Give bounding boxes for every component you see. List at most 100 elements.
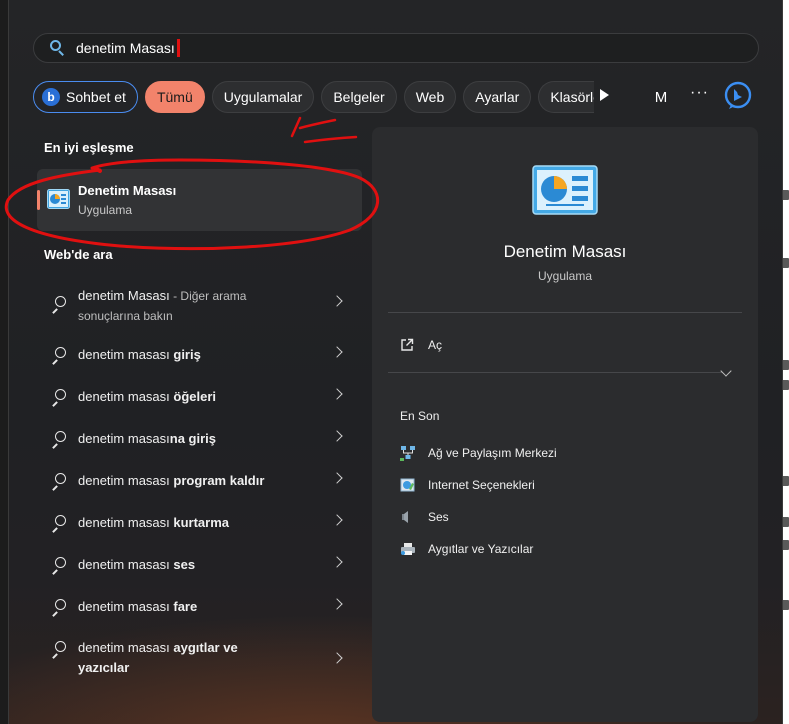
recent-label: Ses: [428, 510, 449, 524]
web-result-text: denetim masası program kaldır: [78, 471, 328, 491]
divider: [388, 312, 742, 313]
best-match-name: Denetim Masası: [78, 183, 177, 198]
web-result-query: denetim Masası: [78, 288, 170, 303]
text-caret: [176, 39, 180, 57]
web-result-text: denetim masası ses: [78, 555, 328, 575]
search-icon: [48, 39, 66, 57]
backdrop-fragment: [782, 540, 789, 550]
recent-label: Aygıtlar ve Yazıcılar: [428, 542, 534, 556]
filter-folders[interactable]: Klasörle: [538, 81, 595, 113]
chevron-right-icon: [331, 295, 343, 307]
web-result-text: denetim masası giriş: [78, 345, 328, 365]
filter-all[interactable]: Tümü: [144, 81, 205, 113]
search-icon: [51, 515, 67, 533]
filter-web[interactable]: Web: [403, 81, 457, 113]
backdrop-fragment: [782, 380, 789, 390]
backdrop-fragment: [782, 517, 789, 527]
web-result-query: denetim masası: [78, 473, 174, 488]
best-match-result[interactable]: Denetim Masası Uygulama: [37, 169, 362, 231]
chevron-right-icon: [331, 346, 343, 358]
best-match-heading: En iyi eşleşme: [44, 140, 134, 155]
recent-item-internet-options[interactable]: Internet Seçenekleri: [400, 476, 535, 494]
web-result-text: denetim Masası - Diğer arama sonuçlarına…: [78, 286, 328, 326]
search-icon: [51, 431, 67, 449]
play-arrow-icon[interactable]: [600, 89, 609, 101]
open-action[interactable]: Aç: [400, 335, 442, 355]
web-result-0[interactable]: denetim Masası - Diğer arama sonuçlarına…: [37, 284, 362, 334]
chat-label: Sohbet et: [66, 89, 126, 105]
web-result-8[interactable]: denetim masası aygıtlar ve yazıcılar: [37, 632, 362, 684]
bing-logo-icon: [724, 81, 752, 109]
recent-item-network[interactable]: Ağ ve Paylaşım Merkezi: [400, 444, 557, 462]
chevron-right-icon: [331, 652, 343, 664]
web-result-5[interactable]: denetim masası kurtarma: [37, 503, 362, 543]
web-result-text: denetim masası kurtarma: [78, 513, 328, 533]
web-result-7[interactable]: denetim masası fare: [37, 587, 362, 627]
divider: [388, 372, 722, 373]
chevron-right-icon: [331, 472, 343, 484]
web-result-2[interactable]: denetim masası öğeleri: [37, 377, 362, 417]
open-label: Aç: [428, 338, 443, 352]
chevron-right-icon: [331, 388, 343, 400]
chevron-right-icon: [331, 598, 343, 610]
web-result-completion: program kaldır: [173, 473, 265, 488]
web-result-query: denetim masası: [78, 640, 174, 655]
web-result-query: denetim masası: [78, 557, 174, 572]
backdrop-fragment: [782, 476, 789, 486]
chat-button[interactable]: b Sohbet et: [33, 81, 138, 113]
detail-subtitle: Uygulama: [537, 269, 593, 283]
bing-chat-button[interactable]: [723, 81, 753, 111]
recent-heading: En Son: [400, 409, 440, 423]
web-result-text: denetim masası aygıtlar ve yazıcılar: [78, 638, 328, 678]
backdrop-fragment: [782, 190, 789, 200]
backdrop-fragment: [782, 600, 789, 610]
chevron-right-icon: [331, 556, 343, 568]
filter-settings[interactable]: Ayarlar: [463, 81, 532, 113]
search-icon: [51, 557, 67, 575]
chevron-right-icon: [331, 514, 343, 526]
web-result-completion: fare: [173, 599, 198, 614]
recent-label: Internet Seçenekleri: [428, 478, 535, 492]
web-result-3[interactable]: denetim masasına giriş: [37, 419, 362, 459]
search-icon: [51, 296, 67, 314]
search-icon: [51, 599, 67, 617]
speaker-icon: [402, 511, 408, 523]
web-result-6[interactable]: denetim masası ses: [37, 545, 362, 585]
search-query: denetim Masası: [76, 40, 175, 56]
printer-icon: [401, 543, 415, 555]
web-result-completion: öğeleri: [173, 389, 216, 404]
web-result-query: denetim masası: [78, 389, 174, 404]
open-external-icon: [401, 338, 414, 351]
account-avatar[interactable]: M: [650, 86, 672, 108]
web-result-text: denetim masası fare: [78, 597, 328, 617]
filter-apps[interactable]: Uygulamalar: [211, 81, 315, 113]
chevron-down-icon[interactable]: [720, 365, 732, 377]
web-result-query: denetim masası: [78, 431, 170, 446]
detail-pane: Denetim Masası Uygulama Aç En Son Ağ ve …: [372, 127, 758, 722]
web-result-completion-line2: yazıcılar: [78, 660, 130, 675]
search-icon: [51, 389, 67, 407]
web-result-completion: ses: [173, 557, 196, 572]
recent-item-sound[interactable]: Ses: [400, 508, 449, 526]
recent-item-devices-printers[interactable]: Aygıtlar ve Yazıcılar: [400, 540, 533, 558]
search-icon: [51, 641, 67, 659]
detail-title: Denetim Masası: [503, 242, 627, 261]
search-icon: [51, 347, 67, 365]
web-result-query: denetim masası: [78, 347, 174, 362]
web-result-completion: na giriş: [169, 431, 217, 446]
internet-options-icon: [400, 478, 415, 492]
web-result-4[interactable]: denetim masası program kaldır: [37, 461, 362, 501]
web-result-text: denetim masası öğeleri: [78, 387, 328, 407]
filter-documents[interactable]: Belgeler: [321, 81, 397, 113]
web-result-completion: giriş: [173, 347, 201, 362]
more-options-button[interactable]: ···: [690, 84, 709, 102]
recent-label: Ağ ve Paylaşım Merkezi: [428, 446, 557, 460]
web-result-hint: - Diğer arama: [169, 289, 247, 303]
search-input[interactable]: denetim Masası: [33, 33, 759, 63]
search-icon: [51, 473, 67, 491]
web-result-1[interactable]: denetim masası giriş: [37, 335, 362, 375]
desktop-backdrop: [782, 0, 789, 724]
web-result-query: denetim masası: [78, 515, 174, 530]
best-match-type: Uygulama: [78, 203, 133, 217]
web-result-query: denetim masası: [78, 599, 174, 614]
